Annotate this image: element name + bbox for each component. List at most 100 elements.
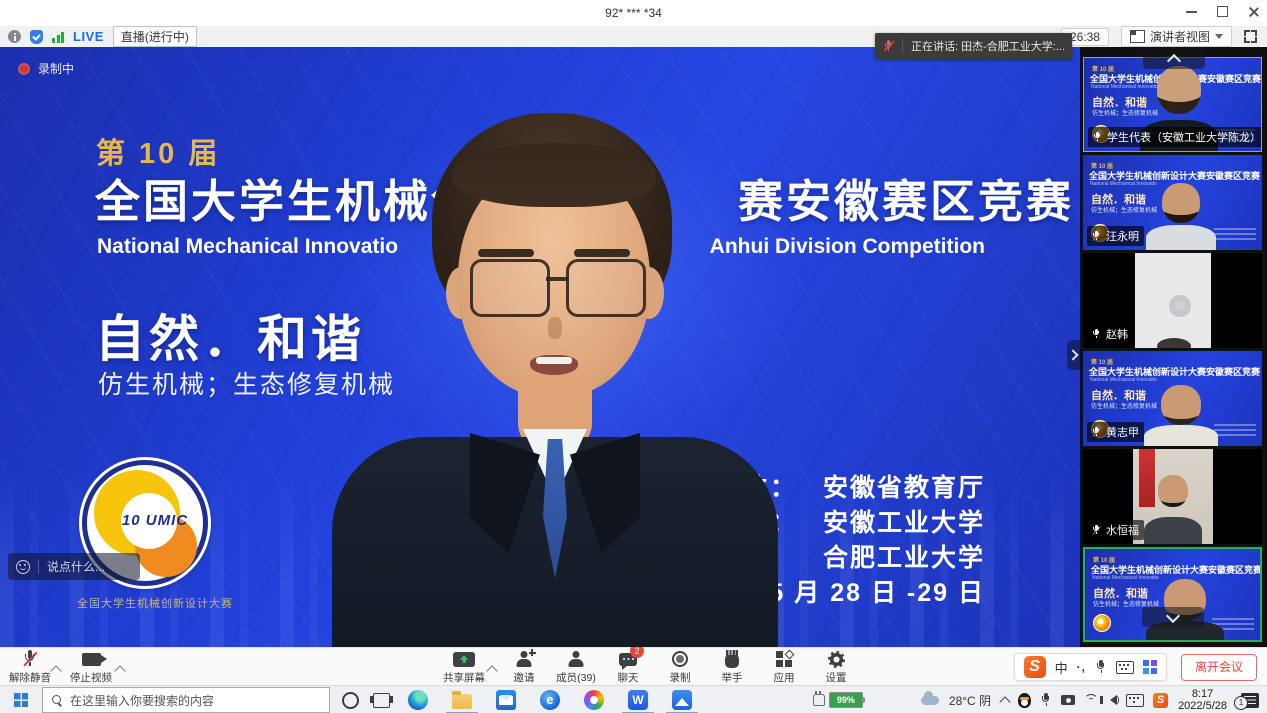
taskbar-app-meeting[interactable]	[660, 686, 704, 713]
search-placeholder: 在这里输入你要搜索的内容	[70, 692, 214, 709]
tray-mic-icon[interactable]	[1040, 693, 1052, 707]
chevron-right-icon	[1067, 349, 1078, 360]
cortana-icon[interactable]	[342, 692, 359, 709]
window-title: 92* *** *34	[0, 6, 1267, 20]
leave-meeting-button[interactable]: 离开会议	[1181, 654, 1257, 681]
notification-center-icon[interactable]: 1	[1241, 693, 1259, 708]
ime-keyboard-icon[interactable]	[1116, 661, 1134, 674]
logo-band-text: 全国大学生机械创新设计大赛	[60, 595, 250, 611]
recording-indicator: 录制中	[18, 60, 74, 77]
chat-button[interactable]: 2 聊天	[602, 648, 654, 686]
taskbar-app-browser[interactable]: e	[528, 686, 572, 713]
volume-icon[interactable]	[1110, 695, 1117, 705]
battery-percent: 99%	[829, 692, 863, 708]
folder-icon	[452, 694, 472, 709]
search-icon	[52, 695, 62, 705]
info-icon[interactable]	[8, 30, 21, 43]
taskbar-app-colorful[interactable]	[572, 686, 616, 713]
participant-label: 赵韩	[1087, 324, 1133, 344]
tray-keyboard-icon[interactable]	[1126, 694, 1144, 707]
ime-toolbox-icon[interactable]	[1143, 660, 1157, 674]
fullscreen-icon[interactable]	[1244, 30, 1257, 43]
taskbar-app-wps[interactable]: W	[616, 686, 660, 713]
chevron-down-icon	[1165, 608, 1179, 622]
scroll-down-button[interactable]	[1142, 607, 1204, 627]
tray-camera-icon[interactable]	[1061, 695, 1075, 705]
stop-video-button[interactable]: 停止视频	[62, 648, 120, 686]
tray-sogou-icon[interactable]: S	[1153, 693, 1168, 708]
participant-tile-active[interactable]: 第 10 届全国大学生机械创新设计大赛安徽赛区竞赛 National Mecha…	[1083, 547, 1262, 642]
apps-button[interactable]: 应用	[758, 648, 810, 686]
taskbar-search-input[interactable]: 在这里输入你要搜索的内容	[42, 687, 330, 713]
emoji-icon[interactable]	[16, 560, 30, 574]
participant-label: 黄志甲	[1087, 422, 1144, 442]
invite-icon	[516, 651, 533, 667]
chat-placeholder: 说点什么...	[47, 558, 105, 575]
speaker-video	[320, 107, 790, 647]
org-line3: 合肥工业大学	[823, 541, 985, 576]
wps-icon: W	[628, 690, 648, 710]
view-mode-button[interactable]: 演讲者视图	[1121, 26, 1232, 47]
taskbar-app-mail[interactable]	[484, 686, 528, 713]
participant-label: 水恒福	[1087, 520, 1144, 540]
weather-text[interactable]: 28°C 阴	[949, 692, 991, 709]
tray-chevron-icon[interactable]	[999, 696, 1010, 707]
wifi-icon[interactable]	[1084, 694, 1098, 706]
participant-tile[interactable]: 第 10 届全国大学生机械创新设计大赛安徽赛区竞赛 National Mecha…	[1083, 351, 1262, 446]
clock-time: 8:17	[1178, 688, 1227, 701]
view-mode-label: 演讲者视图	[1150, 28, 1210, 45]
participant-tile[interactable]: 第 10 届全国大学生机械创新设计大赛安徽赛区竞赛 National Mecha…	[1083, 155, 1262, 250]
battery-indicator[interactable]: 99%	[813, 692, 863, 708]
meeting-toolbar: LIVE 直播(进行中) 26:38 演讲者视图	[0, 26, 1267, 48]
scroll-up-button[interactable]	[1143, 49, 1205, 69]
participant-label: 学生代表（安徽工业大学陈龙）	[1088, 127, 1262, 147]
record-dot-icon	[18, 63, 30, 75]
weather-cloud-icon[interactable]	[921, 696, 939, 705]
ime-lang-toggle[interactable]: 中	[1055, 658, 1068, 677]
unmute-button[interactable]: 解除静音	[4, 648, 56, 686]
ime-punctuation-toggle[interactable]: ·,	[1077, 660, 1086, 674]
raise-hand-icon	[725, 655, 739, 668]
record-icon	[672, 651, 688, 667]
taskbar-app-explorer[interactable]	[440, 686, 484, 713]
start-button[interactable]	[0, 686, 42, 713]
chevron-up-icon	[1166, 54, 1180, 68]
org-line2: 安徽工业大学	[823, 506, 985, 541]
browser-e-icon: e	[540, 690, 560, 710]
mail-icon	[496, 690, 516, 710]
participant-label: 汪永明	[1087, 226, 1144, 246]
recording-label: 录制中	[38, 60, 74, 77]
settings-button[interactable]: 设置	[810, 648, 862, 686]
meeting-app-icon	[672, 690, 692, 710]
active-speaker-text: 正在讲话: 田杰-合肥工业大学:...	[911, 38, 1064, 54]
members-button[interactable]: 成员(39)	[550, 648, 602, 686]
qq-icon[interactable]	[1018, 693, 1031, 708]
share-screen-button[interactable]: 共享屏幕	[436, 648, 492, 686]
ime-toolbar[interactable]: S 中 ·,	[1014, 653, 1167, 681]
title-bar: 92* *** *34	[0, 0, 1267, 27]
restore-icon[interactable]	[1217, 6, 1228, 17]
minimize-icon[interactable]	[1186, 11, 1197, 13]
participant-tile[interactable]: 水恒福	[1083, 449, 1262, 544]
task-view-icon[interactable]	[373, 693, 390, 708]
sogou-logo-icon[interactable]: S	[1024, 656, 1046, 678]
apps-icon	[776, 651, 793, 668]
taskbar-clock[interactable]: 8:17 2022/5/28	[1178, 688, 1227, 713]
share-screen-icon	[453, 652, 475, 667]
network-signal-icon[interactable]	[52, 31, 64, 43]
shield-icon[interactable]	[30, 30, 43, 44]
ime-voice-icon[interactable]	[1095, 660, 1107, 674]
notification-badge: 1	[1234, 696, 1248, 710]
raise-hand-button[interactable]: 举手	[706, 648, 758, 686]
close-icon[interactable]	[1248, 6, 1259, 17]
sidebar-collapse-handle[interactable]	[1067, 340, 1080, 370]
participant-tile[interactable]: 第 10 届全国大学生机械创新设计大赛安徽赛区竞赛 National Mecha…	[1083, 57, 1262, 152]
participants-sidebar: 第 10 届全国大学生机械创新设计大赛安徽赛区竞赛 National Mecha…	[1080, 47, 1267, 647]
main-video-stage: 录制中 第 10 届 全国大学生机械创 赛安徽赛区竞赛 National Mec…	[0, 47, 1080, 647]
chat-input-bubble[interactable]: 说点什么...	[8, 553, 140, 580]
invite-button[interactable]: 邀请	[498, 648, 550, 686]
taskbar-app-edge[interactable]	[396, 686, 440, 713]
live-status[interactable]: 直播(进行中)	[113, 26, 197, 47]
participant-tile[interactable]: 赵韩	[1083, 253, 1262, 348]
record-button[interactable]: 录制	[654, 648, 706, 686]
